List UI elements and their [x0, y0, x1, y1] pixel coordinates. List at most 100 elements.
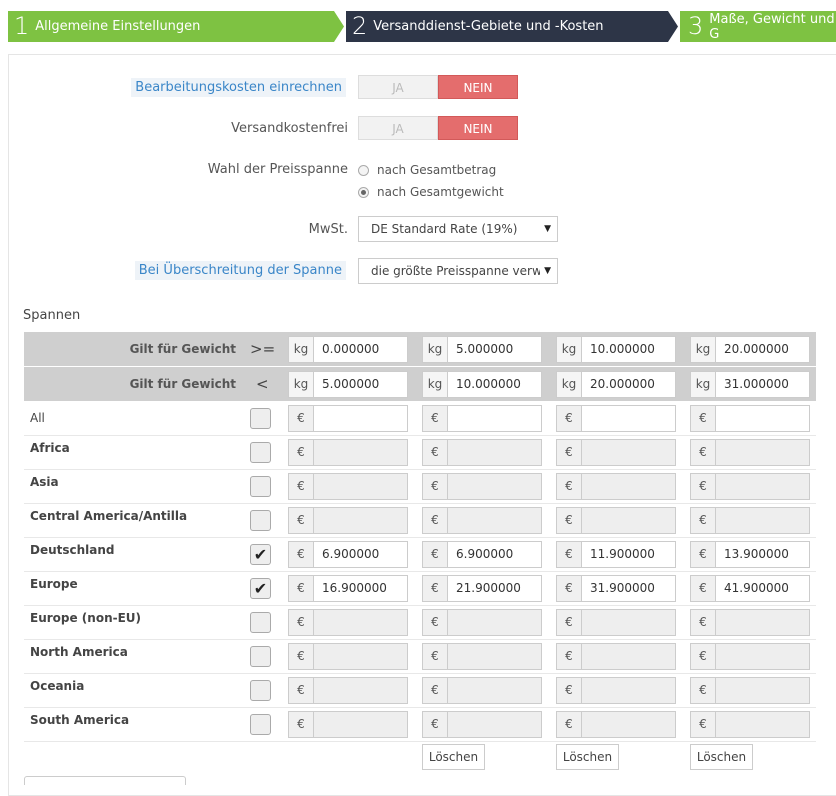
- delete-column-button[interactable]: Löschen: [690, 744, 753, 770]
- price-value[interactable]: [313, 473, 408, 500]
- price-value[interactable]: [715, 473, 810, 500]
- price-value[interactable]: [581, 473, 676, 500]
- wizard-step-2[interactable]: 2 Versanddienst-Gebiete und -Kosten: [346, 11, 678, 42]
- price-input[interactable]: €: [556, 643, 676, 670]
- price-value[interactable]: 11.900000: [581, 541, 676, 568]
- weight-value[interactable]: 20.000000: [715, 336, 810, 363]
- price-value[interactable]: 6.900000: [313, 541, 408, 568]
- region-checkbox[interactable]: [250, 612, 271, 633]
- price-value[interactable]: [715, 439, 810, 466]
- region-checkbox[interactable]: [250, 476, 271, 497]
- price-value[interactable]: [581, 609, 676, 636]
- weight-input[interactable]: kg 31.000000: [690, 371, 810, 398]
- radio-total-amount[interactable]: nach Gesamtbetrag: [358, 163, 496, 177]
- price-input[interactable]: €: [556, 507, 676, 534]
- price-value[interactable]: [313, 609, 408, 636]
- price-value[interactable]: [313, 643, 408, 670]
- delete-column-button[interactable]: Löschen: [556, 744, 619, 770]
- price-value[interactable]: [447, 405, 542, 432]
- wizard-step-1[interactable]: 1 Allgemeine Einstellungen: [8, 11, 344, 42]
- price-value[interactable]: [715, 507, 810, 534]
- region-checkbox[interactable]: [250, 442, 271, 463]
- price-value[interactable]: [447, 711, 542, 738]
- price-input[interactable]: €: [422, 643, 542, 670]
- region-checkbox[interactable]: [250, 510, 271, 531]
- price-value[interactable]: [447, 643, 542, 670]
- weight-value[interactable]: 0.000000: [313, 336, 408, 363]
- price-value[interactable]: 41.900000: [715, 575, 810, 602]
- weight-value[interactable]: 31.000000: [715, 371, 810, 398]
- price-value[interactable]: 16.900000: [313, 575, 408, 602]
- weight-value[interactable]: 10.000000: [447, 371, 542, 398]
- price-input[interactable]: €: [422, 677, 542, 704]
- price-input[interactable]: €: [288, 473, 408, 500]
- price-input[interactable]: €: [690, 643, 810, 670]
- weight-input[interactable]: kg 20.000000: [556, 371, 676, 398]
- weight-input[interactable]: kg 5.000000: [422, 336, 542, 363]
- toggle-yes-button[interactable]: JA: [358, 75, 438, 99]
- price-input[interactable]: €: [690, 439, 810, 466]
- price-input[interactable]: €: [690, 473, 810, 500]
- weight-value[interactable]: 10.000000: [581, 336, 676, 363]
- price-input[interactable]: €: [690, 677, 810, 704]
- price-input[interactable]: €6.900000: [288, 541, 408, 568]
- price-input[interactable]: €: [690, 507, 810, 534]
- price-input[interactable]: €: [556, 473, 676, 500]
- price-input[interactable]: €21.900000: [422, 575, 542, 602]
- price-value[interactable]: [313, 405, 408, 432]
- price-input[interactable]: €6.900000: [422, 541, 542, 568]
- price-value[interactable]: 6.900000: [447, 541, 542, 568]
- price-input[interactable]: €: [556, 609, 676, 636]
- price-input[interactable]: €: [556, 711, 676, 738]
- price-value[interactable]: [447, 473, 542, 500]
- price-value[interactable]: [313, 711, 408, 738]
- price-value[interactable]: 21.900000: [447, 575, 542, 602]
- delete-column-button[interactable]: Löschen: [422, 744, 485, 770]
- processing-cost-toggle[interactable]: JA NEIN: [358, 75, 518, 99]
- price-input[interactable]: €: [422, 507, 542, 534]
- price-input[interactable]: €: [288, 439, 408, 466]
- price-value[interactable]: [715, 711, 810, 738]
- price-input[interactable]: €: [690, 711, 810, 738]
- price-value[interactable]: [581, 439, 676, 466]
- price-input[interactable]: €: [422, 711, 542, 738]
- price-input[interactable]: €: [556, 405, 676, 432]
- price-input[interactable]: €: [690, 405, 810, 432]
- region-checkbox[interactable]: ✔: [250, 544, 271, 565]
- region-checkbox[interactable]: [250, 680, 271, 701]
- price-input[interactable]: €: [690, 609, 810, 636]
- price-input[interactable]: €: [422, 405, 542, 432]
- price-input[interactable]: €: [422, 473, 542, 500]
- toggle-yes-button[interactable]: JA: [358, 116, 438, 140]
- price-input[interactable]: €: [288, 677, 408, 704]
- weight-input[interactable]: kg 5.000000: [288, 371, 408, 398]
- exceed-range-select[interactable]: die größte Preisspanne verw ▼: [358, 258, 558, 284]
- price-value[interactable]: [715, 643, 810, 670]
- price-value[interactable]: [581, 643, 676, 670]
- price-input[interactable]: €16.900000: [288, 575, 408, 602]
- region-checkbox[interactable]: [250, 408, 271, 429]
- price-input[interactable]: €: [288, 405, 408, 432]
- price-value[interactable]: [715, 405, 810, 432]
- price-value[interactable]: 31.900000: [581, 575, 676, 602]
- toggle-no-button[interactable]: NEIN: [438, 116, 518, 140]
- price-input[interactable]: €: [556, 677, 676, 704]
- price-value[interactable]: [581, 405, 676, 432]
- price-input[interactable]: €: [422, 439, 542, 466]
- price-input[interactable]: €: [288, 711, 408, 738]
- price-value[interactable]: [581, 711, 676, 738]
- price-value[interactable]: [715, 609, 810, 636]
- price-value[interactable]: [715, 677, 810, 704]
- add-button-partial[interactable]: [24, 776, 186, 785]
- price-value[interactable]: [447, 439, 542, 466]
- region-checkbox[interactable]: [250, 646, 271, 667]
- price-input[interactable]: €: [288, 609, 408, 636]
- wizard-step-3[interactable]: 3 Maße, Gewicht und G: [680, 11, 836, 42]
- radio-total-weight[interactable]: nach Gesamtgewicht: [358, 185, 504, 199]
- price-value[interactable]: [447, 507, 542, 534]
- region-checkbox[interactable]: ✔: [250, 578, 271, 599]
- weight-value[interactable]: 5.000000: [447, 336, 542, 363]
- price-value[interactable]: [447, 609, 542, 636]
- vat-select[interactable]: DE Standard Rate (19%) ▼: [358, 216, 558, 242]
- price-value[interactable]: [313, 439, 408, 466]
